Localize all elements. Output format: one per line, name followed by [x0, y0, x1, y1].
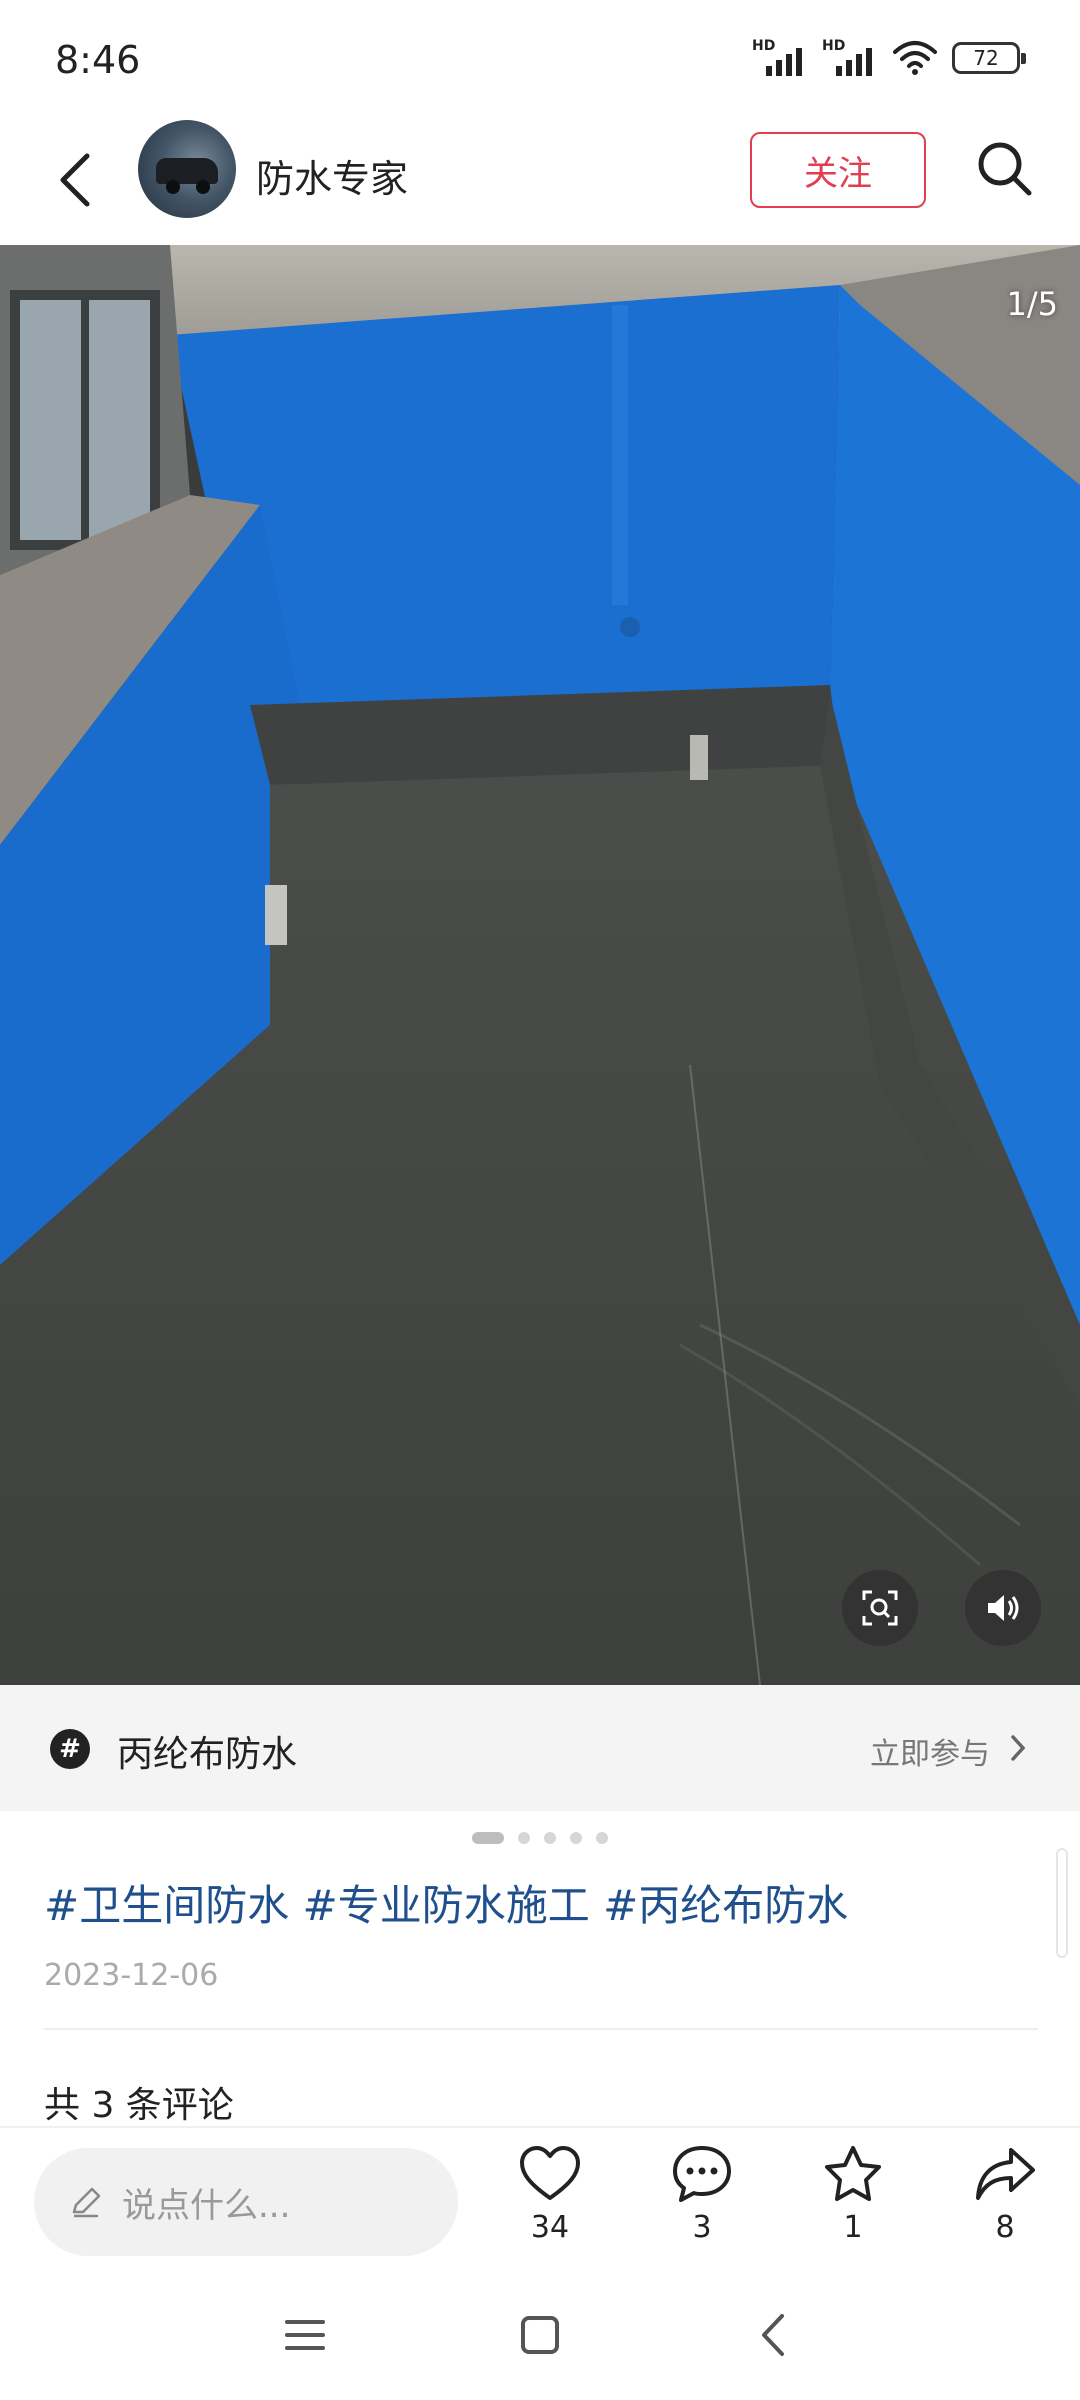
- comment-count-badge: 3: [692, 2210, 712, 2245]
- pencil-icon: [72, 2187, 101, 2218]
- nav-back-button[interactable]: [738, 2300, 808, 2370]
- comment-button[interactable]: 3: [647, 2144, 757, 2266]
- status-time: 8:46: [55, 38, 141, 82]
- back-button[interactable]: [40, 140, 110, 220]
- post-header: 防水专家 关注: [0, 120, 1080, 245]
- topic-banner[interactable]: # 丙纶布防水 立即参与: [0, 1685, 1080, 1811]
- volume-button[interactable]: [965, 1570, 1041, 1646]
- share-icon: [976, 2148, 1035, 2200]
- like-count: 34: [530, 2210, 570, 2245]
- wifi-icon: [893, 41, 937, 75]
- comment-icon: [673, 2146, 731, 2202]
- cellular-signal-icon: HD: [752, 38, 808, 76]
- image-counter: 1/5: [1006, 285, 1059, 323]
- pagination-dot: [570, 1832, 582, 1844]
- scan-button[interactable]: [842, 1570, 918, 1646]
- home-square-icon: [521, 2316, 559, 2354]
- system-nav-bar: [0, 2270, 1080, 2400]
- favorite-count: 1: [843, 2210, 863, 2245]
- search-button[interactable]: [970, 134, 1040, 204]
- like-button[interactable]: 34: [495, 2144, 605, 2266]
- nav-back-icon: [762, 2314, 784, 2356]
- pagination-dot: [596, 1832, 608, 1844]
- comment-input[interactable]: 说点什么...: [34, 2148, 458, 2256]
- comment-count: 共 3 条评论: [44, 2085, 234, 2126]
- share-button[interactable]: 8: [950, 2144, 1060, 2266]
- topic-name: 丙纶布防水: [117, 1734, 298, 1775]
- post-media[interactable]: 1/5: [0, 245, 1080, 1685]
- author-avatar[interactable]: [138, 120, 236, 218]
- pagination-dot-active: [472, 1832, 504, 1844]
- pagination-dot: [518, 1832, 530, 1844]
- hashtag-icon: #: [50, 1729, 90, 1769]
- star-icon: [825, 2146, 881, 2201]
- menu-icon: [285, 2320, 325, 2350]
- action-bar: 说点什么... 34 3 1 8: [0, 2126, 1080, 2270]
- speaker-icon: [988, 1595, 1019, 1621]
- chevron-right-icon: [1011, 1735, 1026, 1761]
- post-date: 2023-12-06: [44, 1958, 219, 1993]
- scrollbar[interactable]: [1056, 1848, 1068, 1958]
- share-count: 8: [995, 2210, 1015, 2245]
- heart-icon: [520, 2146, 580, 2200]
- cellular-signal-2-icon: HD: [822, 38, 878, 76]
- favorite-button[interactable]: 1: [798, 2144, 908, 2266]
- status-bar: 8:46 HD HD 72: [0, 0, 1080, 125]
- follow-button[interactable]: 关注: [750, 132, 926, 208]
- nav-menu-button[interactable]: [270, 2300, 340, 2370]
- content-divider: [44, 2028, 1038, 2030]
- battery-indicator: 72: [952, 42, 1026, 74]
- status-icons: HD HD 72: [752, 38, 1026, 76]
- image-pagination: [0, 1832, 1080, 1844]
- nav-home-button[interactable]: [505, 2300, 575, 2370]
- search-icon: [978, 142, 1032, 196]
- pagination-dot: [544, 1832, 556, 1844]
- bathroom-photo: [0, 245, 1080, 1685]
- post-tags[interactable]: #卫生间防水 #专业防水施工 #丙纶布防水: [44, 1872, 848, 1933]
- comment-input-placeholder: 说点什么...: [122, 2185, 291, 2226]
- topic-join-link[interactable]: 立即参与: [870, 1729, 990, 1773]
- author-name[interactable]: 防水专家: [256, 148, 408, 203]
- scan-icon: [862, 1590, 898, 1626]
- back-arrow-icon: [60, 153, 90, 207]
